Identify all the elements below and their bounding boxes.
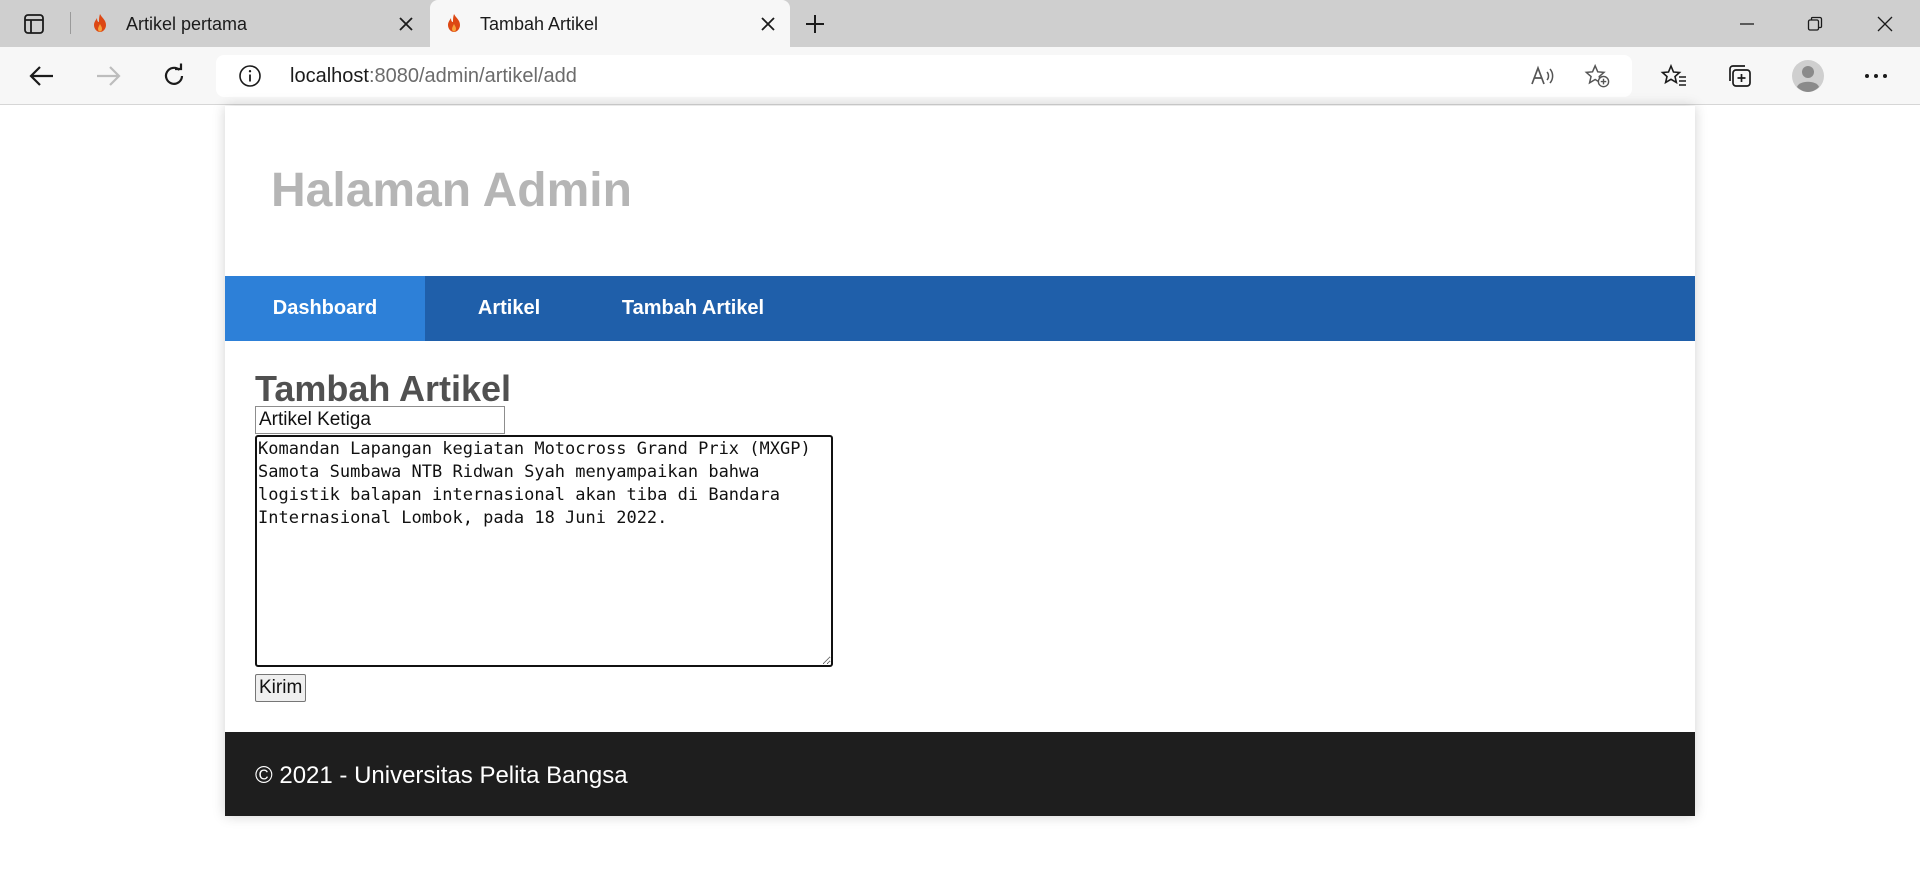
submit-button[interactable]: Kirim — [255, 674, 307, 702]
page-container: Halaman Admin Dashboard Artikel Tambah A… — [225, 106, 1695, 816]
more-icon[interactable] — [1858, 59, 1894, 93]
content-textarea[interactable]: Komandan Lapangan kegiatan Motocross Gra… — [255, 435, 833, 667]
back-icon[interactable] — [24, 59, 60, 93]
nav-artikel[interactable]: Artikel — [425, 276, 593, 341]
window-close-icon[interactable] — [1862, 10, 1908, 38]
tab-tambah-artikel[interactable]: Tambah Artikel — [430, 0, 790, 47]
tab-separator — [70, 12, 71, 34]
tab-title: Tambah Artikel — [480, 14, 599, 34]
new-tab-icon[interactable] — [800, 10, 830, 38]
url-text[interactable]: localhost:8080/admin/artikel/add — [290, 65, 577, 88]
address-bar[interactable]: localhost:8080/admin/artikel/add — [216, 55, 1632, 97]
site-title: Halaman Admin — [271, 164, 632, 217]
read-aloud-icon[interactable] — [1530, 64, 1556, 88]
tab-artikel-pertama[interactable]: Artikel pertama — [76, 0, 428, 47]
flame-icon — [90, 13, 110, 33]
forward-icon[interactable] — [90, 59, 126, 93]
refresh-icon[interactable] — [156, 59, 192, 93]
info-icon[interactable] — [238, 64, 262, 88]
nav-tambah-artikel[interactable]: Tambah Artikel — [593, 276, 793, 341]
footer-copyright: © 2021 - Universitas Pelita Bangsa — [255, 762, 628, 789]
collections-icon[interactable] — [1722, 59, 1758, 93]
browser-toolbar: localhost:8080/admin/artikel/add — [0, 47, 1920, 105]
favorites-icon[interactable] — [1656, 59, 1692, 93]
tab-actions-icon[interactable] — [18, 10, 50, 38]
site-footer: © 2021 - Universitas Pelita Bangsa — [225, 732, 1695, 816]
tab-title: Artikel pertama — [126, 14, 248, 34]
profile-avatar[interactable] — [1790, 59, 1826, 93]
close-icon[interactable] — [394, 12, 418, 36]
main-nav: Dashboard Artikel Tambah Artikel — [225, 276, 1695, 341]
page-title: Tambah Artikel — [255, 368, 512, 409]
nav-dashboard[interactable]: Dashboard — [225, 276, 425, 341]
restore-icon[interactable] — [1792, 10, 1838, 38]
title-input[interactable] — [255, 406, 505, 434]
site-header: Halaman Admin — [225, 106, 1695, 276]
close-icon[interactable] — [756, 12, 780, 36]
minimize-icon[interactable] — [1724, 10, 1770, 38]
tab-strip: Artikel pertama Tambah Artikel — [0, 0, 1920, 47]
add-favorite-icon[interactable] — [1584, 63, 1610, 88]
url-host: localhost — [290, 65, 369, 87]
flame-icon — [444, 13, 464, 33]
url-path: :8080/admin/artikel/add — [368, 65, 577, 87]
